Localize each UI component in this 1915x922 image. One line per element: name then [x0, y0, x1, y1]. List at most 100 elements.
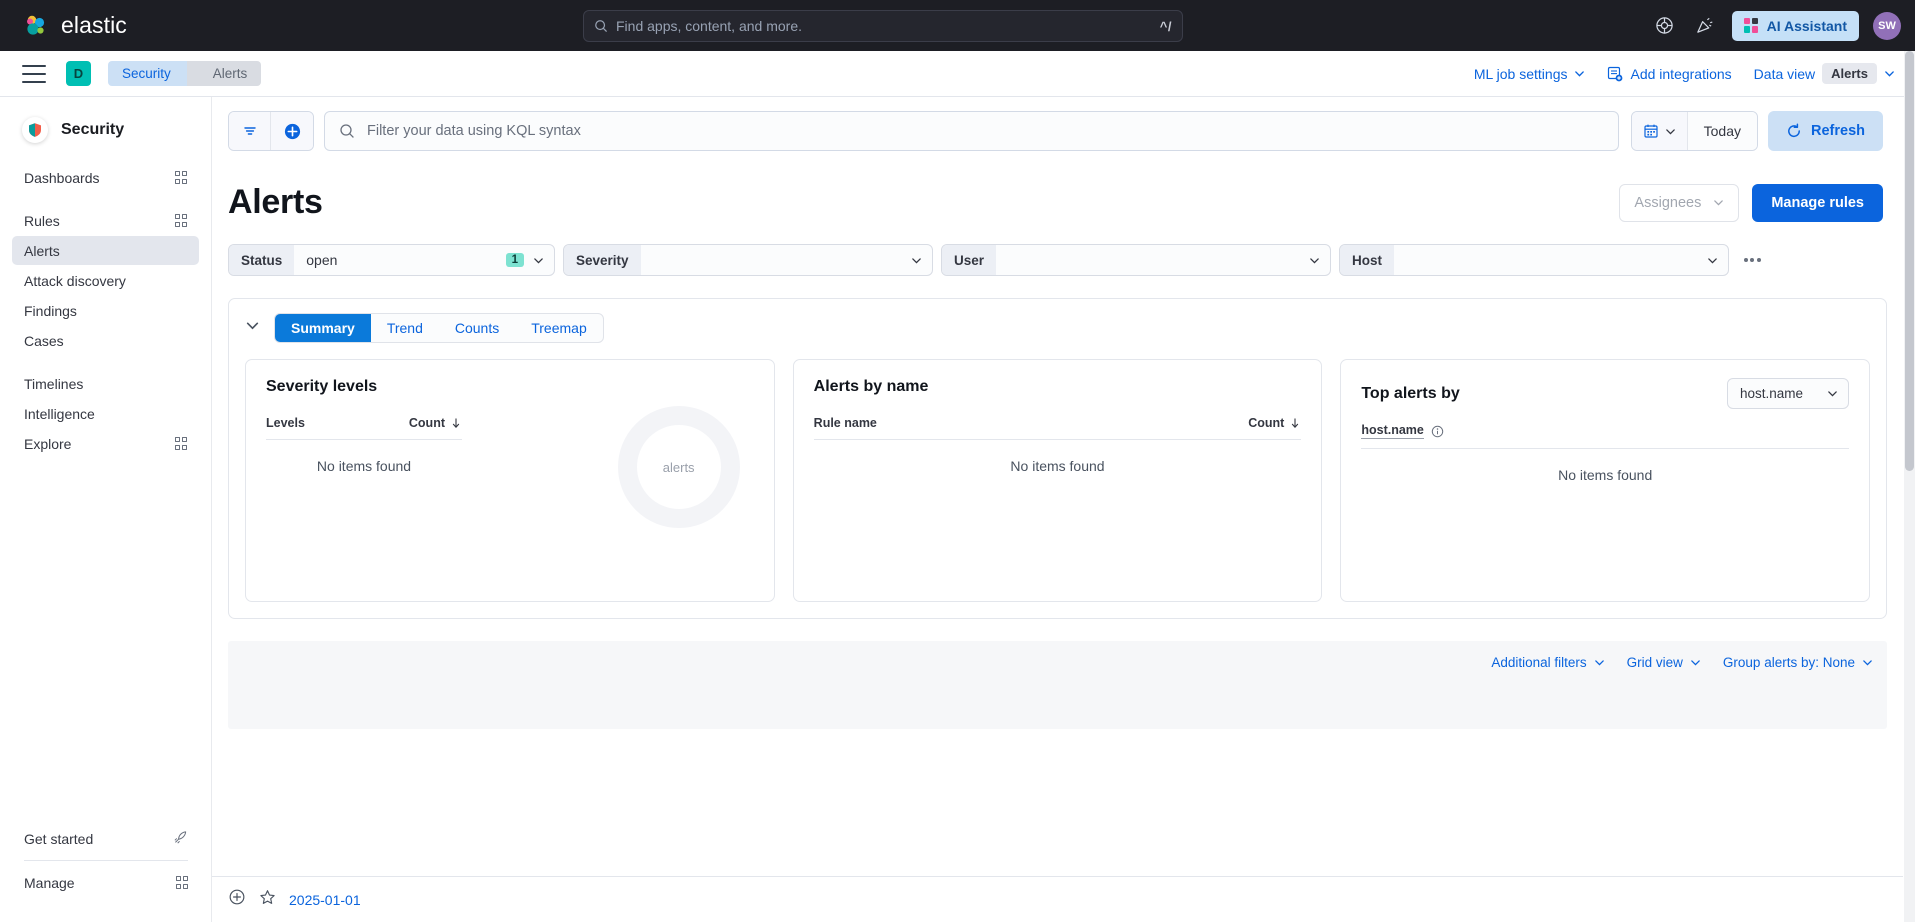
summary-tabs: Summary Trend Counts Treemap: [274, 313, 604, 343]
severity-col-count-label: Count: [408, 416, 445, 430]
chevron-down-icon: [1665, 128, 1675, 135]
kql-placeholder: Filter your data using KQL syntax: [367, 123, 581, 139]
header-actions: ML job settings Add integrations Data vi…: [1474, 63, 1895, 84]
sidebar-title: Security: [61, 121, 125, 138]
severity-col-count[interactable]: Count: [409, 416, 462, 430]
top-alerts-field-value: host.name: [1740, 386, 1804, 401]
sidebar-item-intelligence[interactable]: Intelligence: [12, 399, 199, 428]
assignees-dropdown[interactable]: Assignees: [1619, 183, 1740, 222]
info-circle-icon[interactable]: [1431, 425, 1444, 438]
sidebar-item-alerts[interactable]: Alerts: [12, 236, 199, 265]
grid-icon: [175, 876, 188, 889]
bottom-bar: 2025-01-01: [212, 876, 1903, 922]
sidebar-item-explore[interactable]: Explore: [12, 429, 199, 458]
add-filter-button[interactable]: [271, 112, 313, 150]
card-severity-levels: Severity levels Levels Count No items fo…: [245, 359, 775, 602]
severity-empty-message: No items found: [316, 458, 412, 474]
severity-table: Levels Count No items found: [266, 416, 462, 492]
sidebar-bottom-items: Get started Manage: [0, 824, 212, 898]
kql-search-input[interactable]: Filter your data using KQL syntax: [324, 111, 1619, 151]
group-alerts-by-button[interactable]: Group alerts by: None: [1723, 655, 1873, 670]
chevron-down-icon: [1885, 71, 1894, 77]
sidebar-item-findings[interactable]: Findings: [12, 296, 199, 325]
alerts-by-name-table-header: Rule name Count: [813, 416, 1302, 440]
additional-filters-button[interactable]: Additional filters: [1491, 655, 1604, 670]
sidebar-items: Dashboards Rules Alerts Attack discovery…: [0, 163, 211, 458]
sidebar-item-label: Alerts: [24, 242, 60, 259]
ai-assistant-button[interactable]: AI Assistant: [1731, 10, 1859, 41]
collapse-panel-button[interactable]: [245, 318, 260, 338]
top-alerts-empty-message: No items found: [1558, 467, 1653, 483]
grid-icon: [174, 214, 187, 227]
grid-view-label: Grid view: [1626, 655, 1683, 670]
calendar-quick-select[interactable]: [1631, 112, 1688, 150]
elastic-logo-icon: [22, 12, 50, 40]
date-range-value[interactable]: Today: [1687, 112, 1757, 150]
filter-status-value: open: [306, 252, 338, 268]
card-alerts-by-name-title: Alerts by name: [813, 378, 929, 395]
global-search-input[interactable]: Find apps, content, and more. ^/: [583, 10, 1183, 42]
alerts-by-name-col-count[interactable]: Count: [1248, 416, 1301, 430]
filter-status[interactable]: Status open 1: [228, 244, 555, 276]
sidebar-item-label: Attack discovery: [24, 272, 126, 289]
top-alerts-table: host.name No items found: [1361, 423, 1850, 501]
megaphone-icon[interactable]: [1692, 13, 1718, 39]
scrollbar-thumb[interactable]: [1905, 51, 1914, 471]
add-to-timeline-button[interactable]: [228, 888, 246, 911]
application-root: elastic Find apps, content, and more. ^/: [0, 0, 1915, 922]
manage-rules-button[interactable]: Manage rules: [1752, 183, 1883, 222]
main-content: Filter your data using KQL syntax Today …: [212, 97, 1903, 922]
rule-name-column: Rule name: [813, 416, 877, 430]
tab-summary[interactable]: Summary: [275, 314, 371, 342]
chevron-down-icon: [246, 322, 259, 330]
sidebar-item-cases[interactable]: Cases: [12, 326, 199, 355]
filter-more-options-button[interactable]: [1737, 258, 1767, 262]
filter-host[interactable]: Host: [1339, 244, 1729, 276]
sidebar-item-attack-discovery[interactable]: Attack discovery: [12, 266, 199, 295]
chevron-down-icon: [1708, 257, 1717, 264]
data-view-selector[interactable]: Data view Alerts: [1754, 63, 1895, 84]
top-alerts-field-select[interactable]: host.name: [1727, 378, 1850, 409]
ml-job-settings-button[interactable]: ML job settings: [1474, 66, 1586, 82]
filter-severity[interactable]: Severity: [563, 244, 933, 276]
menu-toggle-button[interactable]: [22, 64, 46, 83]
data-view-label: Data view: [1753, 65, 1816, 82]
severity-col-levels: Levels: [266, 416, 305, 430]
sort-descending-icon: [1292, 418, 1299, 428]
filter-icon[interactable]: [229, 112, 271, 150]
sidebar-item-timelines[interactable]: Timelines: [12, 369, 199, 398]
tab-counts[interactable]: Counts: [439, 314, 515, 342]
data-view-value: Alerts: [1822, 63, 1877, 84]
tab-trend[interactable]: Trend: [371, 314, 439, 342]
breadcrumb-security[interactable]: Security: [108, 61, 200, 86]
page-scrollbar[interactable]: [1904, 51, 1915, 922]
favorite-button[interactable]: [259, 889, 276, 911]
refresh-button[interactable]: Refresh: [1768, 111, 1883, 151]
alerts-summary-panel: Summary Trend Counts Treemap Severity le…: [228, 298, 1887, 619]
timeline-date-label[interactable]: 2025-01-01: [289, 892, 361, 908]
help-circle-icon[interactable]: [1652, 13, 1678, 39]
sidebar-item-label: Dashboards: [24, 169, 100, 186]
sidebar-item-rules[interactable]: Rules: [12, 206, 199, 235]
global-search-placeholder: Find apps, content, and more.: [616, 18, 802, 34]
filter-user[interactable]: User: [941, 244, 1331, 276]
add-circle-icon: [229, 889, 245, 905]
alerts-by-name-empty-message: No items found: [1010, 458, 1105, 474]
ml-job-settings-label: ML job settings: [1473, 65, 1568, 82]
calendar-icon: [1644, 124, 1658, 138]
grid-icon: [174, 171, 187, 184]
grid-view-button[interactable]: Grid view: [1627, 655, 1701, 670]
chevron-down-icon: [1828, 391, 1837, 397]
add-integrations-button[interactable]: Add integrations: [1607, 66, 1732, 82]
tab-treemap[interactable]: Treemap: [515, 314, 603, 342]
sidebar-item-dashboards[interactable]: Dashboards: [12, 163, 199, 192]
elastic-brand[interactable]: elastic: [22, 12, 127, 40]
security-logo-icon: [22, 117, 48, 143]
space-avatar[interactable]: D: [66, 61, 91, 86]
top-alerts-table-header: host.name: [1361, 423, 1850, 449]
breadcrumb-alerts[interactable]: Alerts: [186, 61, 262, 86]
user-avatar[interactable]: SW: [1873, 11, 1901, 40]
ai-assistant-icon: [1743, 18, 1759, 33]
sidebar-item-get-started[interactable]: Get started: [12, 824, 200, 853]
sidebar-item-manage[interactable]: Manage: [12, 868, 200, 897]
